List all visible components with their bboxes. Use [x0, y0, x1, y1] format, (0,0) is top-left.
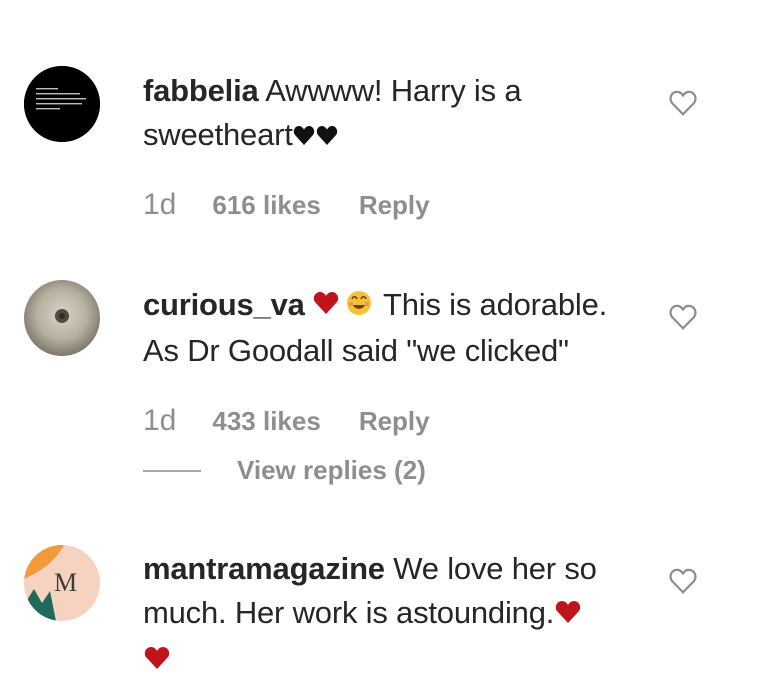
avatar[interactable] [24, 280, 100, 356]
like-button[interactable] [668, 566, 698, 596]
reply-button[interactable]: Reply [359, 190, 430, 221]
reply-button[interactable]: Reply [359, 406, 430, 437]
replies-divider-line [143, 469, 201, 472]
red-heart-icon [143, 639, 171, 683]
heart-outline-icon [669, 304, 697, 330]
likes-count[interactable]: 433 likes [212, 406, 320, 437]
comment-body: curious_va This is adorable. As Dr Gooda… [143, 283, 633, 373]
red-heart-and-smiley-icon [313, 285, 375, 329]
avatar[interactable]: M [24, 545, 100, 621]
heart-outline-icon [669, 90, 697, 116]
like-button[interactable] [668, 88, 698, 118]
comment-username[interactable]: mantramagazine [143, 551, 385, 586]
red-heart-icon [554, 593, 582, 637]
comment-time: 1d [143, 404, 177, 437]
view-replies-label: View replies (2) [237, 455, 426, 485]
avatar[interactable] [24, 66, 100, 142]
avatar-letter: M [54, 568, 77, 597]
comment-meta: 1d 616 likes Reply [143, 188, 430, 222]
comment-username[interactable]: curious_va [143, 287, 305, 322]
likes-count[interactable]: 616 likes [212, 190, 320, 221]
profile-avatar-mantra-icon: M [24, 545, 100, 621]
comment-time: 1d [143, 188, 177, 221]
comment-body: fabbelia Awwww! Harry is a sweetheart [143, 69, 633, 159]
comment-username[interactable]: fabbelia [143, 73, 259, 108]
view-replies-button[interactable]: View replies (2) [143, 455, 426, 486]
black-hearts-icon [293, 115, 339, 159]
heart-outline-icon [669, 568, 697, 594]
comment-body: mantramagazine We love her so much. Her … [143, 547, 633, 683]
comment-meta: 1d 433 likes Reply [143, 404, 430, 438]
profile-avatar-gray-icon [24, 280, 100, 356]
profile-avatar-dark-icon [24, 66, 100, 142]
like-button[interactable] [668, 302, 698, 332]
